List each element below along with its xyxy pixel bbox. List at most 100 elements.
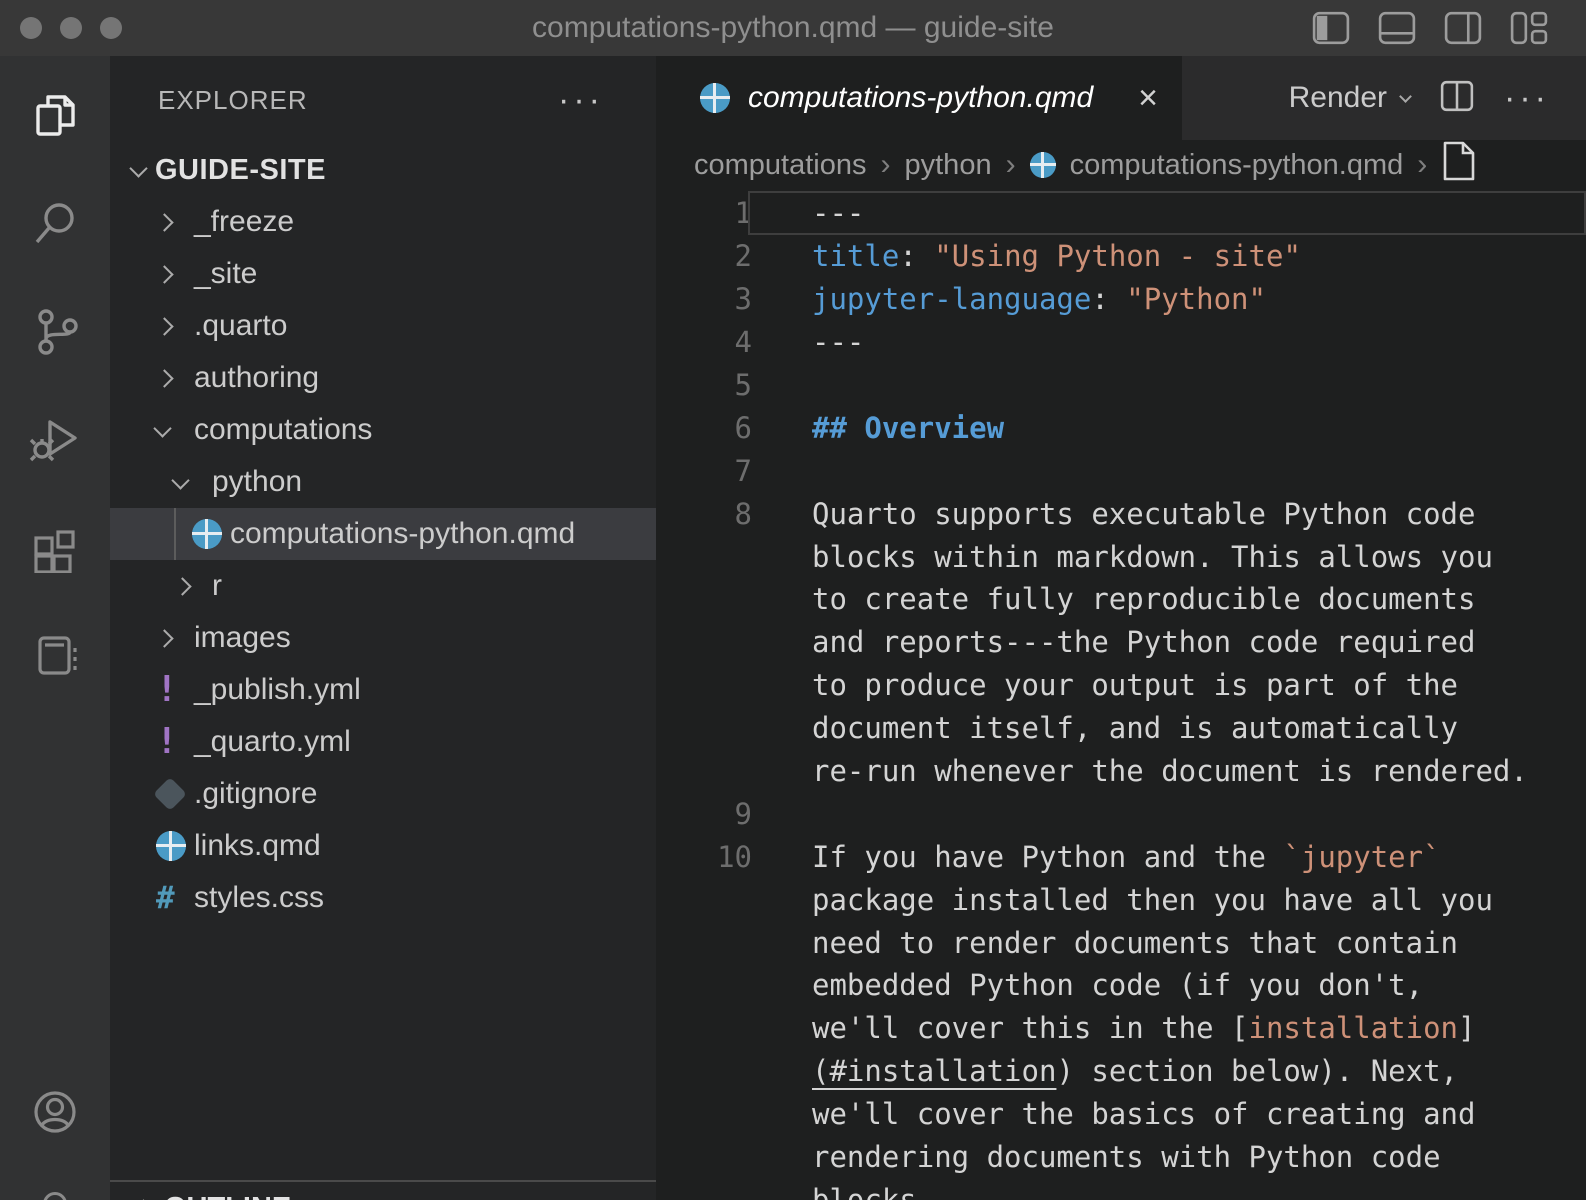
tree-item-_publish.yml[interactable]: !_publish.yml [110,664,656,716]
tree-item-icon-slot [156,782,194,806]
tree-item-r[interactable]: r [110,560,656,612]
code-line-text: --- [752,196,864,230]
code-line[interactable]: 6## Overview [656,406,1586,449]
search-icon[interactable] [0,197,110,249]
tree-item-_freeze[interactable]: _freeze [110,196,656,248]
code-line[interactable]: 7 [656,449,1586,492]
section-header-guide-site[interactable]: GUIDE-SITE [110,144,656,196]
line-number: 9 [656,797,752,831]
chevron-right-icon[interactable] [155,629,173,647]
tree-item-python[interactable]: python [110,456,656,508]
notebook-icon[interactable] [0,629,110,681]
git-file-icon [153,777,187,811]
tree-item-.quarto[interactable]: .quarto [110,300,656,352]
yaml-file-icon: ! [156,724,178,760]
code-line[interactable]: blocks within markdown. This allows you [656,535,1586,578]
code-line-text: (#installation) section below). Next, [752,1054,1458,1088]
tab-computations-python[interactable]: computations-python.qmd × [656,56,1182,140]
section-label: GUIDE-SITE [155,154,326,187]
tree-item-styles.css[interactable]: # styles.css [110,872,656,924]
chevron-right-icon[interactable] [173,577,191,595]
code-line[interactable]: rendering documents with Python code [656,1136,1586,1179]
tree-item-icon-slot: # [156,880,194,916]
settings-gear-icon[interactable] [43,1192,67,1200]
tree-item-computations[interactable]: computations [110,404,656,456]
line-number: 3 [656,282,752,316]
source-control-icon[interactable] [0,305,110,357]
tree-item-_site[interactable]: _site [110,248,656,300]
code-line-text: embedded Python code (if you don't, [752,968,1423,1002]
chevron-down-icon[interactable] [153,419,171,437]
tree-item-links.qmd[interactable]: links.qmd [110,820,656,872]
code-line[interactable]: to produce your output is part of the [656,664,1586,707]
code-line[interactable]: we'll cover the basics of creating and [656,1093,1586,1136]
tree-item-_quarto.yml[interactable]: !_quarto.yml [110,716,656,768]
code-line[interactable]: 3jupyter-language: "Python" [656,278,1586,321]
breadcrumb-item[interactable]: computations [694,149,867,182]
code-line-text: package installed then you have all you [752,883,1493,917]
tree-item-icon-slot [174,474,212,491]
code-line[interactable]: and reports---the Python code required [656,621,1586,664]
code-line[interactable]: 5 [656,364,1586,407]
chevron-right-icon[interactable] [155,369,173,387]
code-line[interactable]: package installed then you have all you [656,878,1586,921]
code-line[interactable]: to create fully reproducible documents [656,578,1586,621]
line-number: 2 [656,239,752,273]
code-line[interactable]: document itself, and is automatically [656,707,1586,750]
tree-item-images[interactable]: images [110,612,656,664]
render-button[interactable]: Render [1289,81,1410,115]
tab-bar: computations-python.qmd × Render ··· [656,56,1586,140]
chevron-down-icon[interactable] [171,471,189,489]
run-debug-icon[interactable] [0,413,110,465]
outline-label: OUTLINE [164,1192,291,1200]
tree-item-computations-python.qmd[interactable]: computations-python.qmd [110,508,656,560]
extensions-icon[interactable] [0,521,110,573]
css-file-icon: # [156,880,175,916]
code-line[interactable]: blocks. [656,1178,1586,1200]
tree-item-.gitignore[interactable]: .gitignore [110,768,656,820]
tree-item-label: computations [194,413,372,447]
toggle-primary-sidebar-icon[interactable] [1312,11,1350,45]
line-number: 10 [656,840,752,874]
tree-item-icon-slot [156,320,194,333]
chevron-right-icon[interactable] [155,213,173,231]
code-line[interactable]: re-run whenever the document is rendered… [656,750,1586,793]
tree-item-label: r [212,569,222,603]
indent-guide [174,508,176,560]
account-icon[interactable] [0,1086,110,1138]
code-editor[interactable]: 1---2title: "Using Python - site"3jupyte… [656,190,1586,1200]
explorer-icon[interactable] [0,89,110,141]
code-line[interactable]: 9 [656,792,1586,835]
code-line[interactable]: embedded Python code (if you don't, [656,964,1586,1007]
chevron-right-icon[interactable] [155,317,173,335]
code-line-text: to create fully reproducible documents [752,582,1475,616]
code-line[interactable]: we'll cover this in the [installation] [656,1007,1586,1050]
quarto-file-icon [156,831,186,861]
breadcrumb-item[interactable]: python [905,149,992,182]
toggle-secondary-sidebar-icon[interactable] [1444,11,1482,45]
code-line[interactable]: (#installation) section below). Next, [656,1050,1586,1093]
code-line[interactable]: 2title: "Using Python - site" [656,235,1586,278]
code-line[interactable]: 10If you have Python and the `jupyter` [656,835,1586,878]
section-header-outline[interactable]: OUTLINE [110,1182,656,1200]
quarto-file-icon [1030,152,1056,178]
toggle-panel-icon[interactable] [1378,11,1416,45]
code-line[interactable]: 1--- [656,192,1586,235]
code-line[interactable]: 8Quarto supports executable Python code [656,492,1586,535]
customize-layout-icon[interactable] [1510,11,1548,45]
tree-item-label: styles.css [194,881,324,915]
close-tab-icon[interactable]: × [1138,81,1158,115]
code-line[interactable]: need to render documents that contain [656,921,1586,964]
editor-more-actions-icon[interactable]: ··· [1504,79,1550,118]
breadcrumb-item[interactable]: computations-python.qmd [1070,149,1404,182]
chevron-right-icon[interactable] [155,265,173,283]
code-line-text: jupyter-language: "Python" [752,282,1266,316]
code-line-text: re-run whenever the document is rendered… [752,754,1528,788]
code-line-text: we'll cover this in the [installation] [752,1011,1475,1045]
code-line-text: title: "Using Python - site" [752,239,1301,273]
split-editor-icon[interactable] [1440,80,1474,117]
line-number: 6 [656,411,752,445]
tree-item-authoring[interactable]: authoring [110,352,656,404]
explorer-more-actions-icon[interactable]: ··· [558,81,604,120]
code-line[interactable]: 4--- [656,321,1586,364]
